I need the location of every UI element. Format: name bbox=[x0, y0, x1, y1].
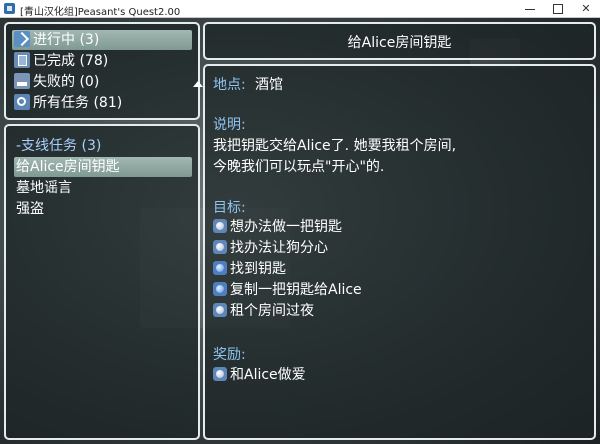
reward-icon bbox=[213, 367, 227, 381]
objective-text: 复制一把钥匙给Alice bbox=[230, 282, 362, 298]
objective-item: 租个房间过夜 bbox=[213, 301, 314, 321]
app-icon bbox=[4, 3, 15, 14]
objective-text: 想办法做一把钥匙 bbox=[230, 219, 342, 235]
objective-active-icon bbox=[213, 261, 227, 275]
status-item-in-progress[interactable]: 进行中 (3) bbox=[12, 30, 192, 50]
objective-item: 想办法做一把钥匙 bbox=[213, 217, 342, 237]
status-item-failed[interactable]: 失败的 (0) bbox=[14, 72, 99, 92]
status-label: 进行中 (3) bbox=[33, 32, 100, 48]
reward-item: 和Alice做爱 bbox=[213, 365, 306, 385]
objective-text: 找到钥匙 bbox=[230, 261, 286, 277]
maximize-button[interactable] bbox=[544, 0, 572, 17]
quest-title: 给Alice房间钥匙 bbox=[347, 35, 452, 51]
quest-title-window: 给Alice房间钥匙 bbox=[203, 22, 596, 60]
objective-item: 找到钥匙 bbox=[213, 259, 286, 279]
quest-list-window: -支线任务 (3) 给Alice房间钥匙 墓地谣言 强盗 bbox=[4, 124, 200, 440]
quest-detail-window: 地点: 酒馆 说明: 我把钥匙交给Alice了. 她要我租个房间, 今晚我们可以… bbox=[203, 64, 596, 440]
quest-item[interactable]: 给Alice房间钥匙 bbox=[14, 157, 192, 177]
description-line: 我把钥匙交给Alice了. 她要我租个房间, bbox=[213, 138, 457, 154]
location-label: 地点: bbox=[213, 77, 246, 93]
objective-pending-icon bbox=[213, 240, 227, 254]
game-viewport: 进行中 (3) 已完成 (78) 失败的 (0) 所有任务 (81) -支线任务… bbox=[0, 18, 600, 444]
quest-item[interactable]: 墓地谣言 bbox=[16, 178, 72, 198]
window-title: [青山汉化组]Peasant's Quest2.00 bbox=[20, 7, 181, 18]
status-item-completed[interactable]: 已完成 (78) bbox=[14, 51, 108, 71]
status-label: 已完成 (78) bbox=[33, 53, 109, 69]
quest-item[interactable]: 强盗 bbox=[16, 199, 44, 219]
description-line: 今晚我们可以玩点"开心"的. bbox=[213, 159, 385, 175]
reward-label: 奖励: bbox=[213, 347, 246, 363]
close-button[interactable] bbox=[572, 0, 600, 17]
window-title-bar[interactable]: [青山汉化组]Peasant's Quest2.00 bbox=[0, 0, 600, 18]
all-quests-icon bbox=[14, 94, 30, 110]
objective-active-icon bbox=[213, 282, 227, 296]
status-label: 所有任务 (81) bbox=[33, 95, 123, 111]
completed-icon bbox=[14, 52, 30, 68]
minimize-button[interactable] bbox=[516, 0, 544, 17]
status-label: 失败的 (0) bbox=[33, 74, 100, 90]
objective-text: 找办法让狗分心 bbox=[230, 240, 328, 256]
objective-pending-icon bbox=[213, 219, 227, 233]
quest-category[interactable]: -支线任务 (3) bbox=[16, 136, 101, 156]
objective-item: 复制一把钥匙给Alice bbox=[213, 280, 362, 300]
objective-item: 找办法让狗分心 bbox=[213, 238, 328, 258]
location-value: 酒馆 bbox=[255, 77, 283, 93]
scroll-up-arrow-icon[interactable] bbox=[193, 81, 203, 87]
failed-icon bbox=[14, 73, 30, 89]
objectives-label: 目标: bbox=[213, 200, 246, 216]
status-item-all[interactable]: 所有任务 (81) bbox=[14, 93, 122, 113]
description-label: 说明: bbox=[213, 117, 246, 133]
objective-pending-icon bbox=[213, 303, 227, 317]
progress-icon bbox=[14, 31, 30, 47]
quest-status-window: 进行中 (3) 已完成 (78) 失败的 (0) 所有任务 (81) bbox=[4, 22, 200, 120]
objective-text: 租个房间过夜 bbox=[230, 303, 314, 319]
reward-text: 和Alice做爱 bbox=[230, 367, 306, 383]
